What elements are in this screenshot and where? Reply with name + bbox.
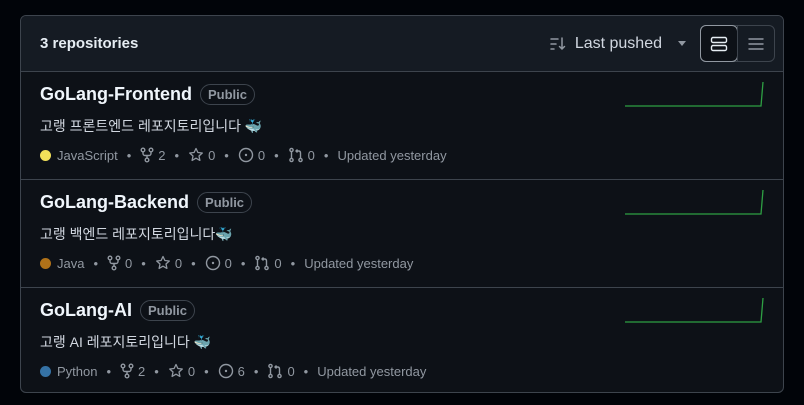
repo-row: GoLang-Backend Public 고랭 백엔드 레포지토리입니다🐳 J…	[21, 180, 783, 288]
separator: •	[323, 147, 329, 163]
repo-title-line: GoLang-Frontend Public	[40, 84, 255, 105]
repo-name-link[interactable]: GoLang-Backend	[40, 192, 189, 213]
list-view-button[interactable]	[737, 26, 774, 61]
fork-count: 0	[125, 255, 133, 271]
issue-icon	[238, 147, 254, 163]
language-dot	[40, 149, 51, 161]
star-count: 0	[174, 255, 183, 271]
pulls[interactable]: 0	[288, 147, 315, 163]
repo-description: 고랭 AI 레포지토리입니다 🐳	[40, 334, 212, 350]
issue-count: 0	[224, 255, 232, 271]
activity-sparkline	[625, 80, 765, 110]
language-dot	[40, 257, 51, 269]
repo-title-line: GoLang-AI Public	[40, 300, 196, 321]
repo-count: 3 repositories	[40, 35, 139, 52]
separator: •	[274, 147, 279, 163]
star-icon	[168, 363, 184, 379]
language-dot	[40, 365, 51, 377]
separator: •	[303, 363, 309, 379]
visibility-badge: Public	[197, 192, 253, 213]
issue-count: 6	[237, 363, 245, 379]
separator: •	[106, 363, 112, 379]
separator: •	[154, 363, 159, 379]
pull-count: 0	[274, 255, 282, 271]
visibility-badge: Public	[140, 300, 196, 321]
activity-sparkline	[625, 296, 765, 326]
separator: •	[126, 147, 132, 163]
stars[interactable]: 0	[168, 363, 195, 379]
pull-request-icon	[288, 147, 304, 163]
issues[interactable]: 6	[218, 363, 245, 379]
separator: •	[174, 147, 180, 163]
forks[interactable]: 0	[107, 255, 132, 271]
repo-row: GoLang-AI Public 고랭 AI 레포지토리입니다 🐳 Python…	[21, 288, 783, 392]
separator: •	[290, 255, 296, 271]
separator: •	[93, 255, 99, 271]
sort-label: Last pushed	[574, 34, 662, 52]
issues[interactable]: 0	[205, 255, 232, 271]
language: Java	[40, 256, 84, 271]
pull-request-icon	[267, 363, 283, 379]
pulls[interactable]: 0	[267, 363, 295, 379]
stars[interactable]: 0	[155, 255, 182, 271]
pull-count: 0	[287, 363, 295, 379]
updated-time: Updated yesterday	[337, 147, 447, 163]
repo-meta: Java • 0 • 0 • 0 • 0 • Updated yesterday	[40, 255, 413, 271]
language-label: Java	[57, 255, 85, 271]
repo-meta: JavaScript • 2 • 0 • 0 • 0 • Updated yes…	[40, 147, 447, 163]
fork-count: 2	[138, 363, 146, 379]
sort-dropdown[interactable]: Last pushed	[549, 35, 686, 53]
visibility-badge: Public	[199, 84, 255, 105]
repo-row: GoLang-Frontend Public 고랭 프론트엔드 레포지토리입니다…	[21, 72, 783, 180]
star-count: 0	[208, 147, 216, 163]
repo-description: 고랭 백엔드 레포지토리입니다🐳	[40, 226, 233, 242]
fork-count: 2	[158, 147, 166, 163]
separator: •	[141, 255, 146, 271]
separator: •	[253, 363, 259, 379]
repo-title-line: GoLang-Backend Public	[40, 192, 253, 213]
list-view-icon	[747, 36, 765, 52]
separator: •	[191, 255, 196, 271]
language-label: JavaScript	[57, 147, 118, 163]
fork-icon	[120, 363, 134, 379]
separator: •	[204, 363, 209, 379]
separator: •	[240, 255, 246, 271]
pull-count: 0	[307, 147, 315, 163]
issue-count: 0	[257, 147, 266, 163]
repo-name-link[interactable]: GoLang-Frontend	[40, 84, 192, 105]
forks[interactable]: 2	[120, 363, 145, 379]
pulls[interactable]: 0	[254, 255, 282, 271]
fork-icon	[140, 147, 154, 163]
view-toggle	[700, 25, 775, 62]
repo-meta: Python • 2 • 0 • 6 • 0 • Updated yesterd…	[40, 363, 426, 379]
updated-time: Updated yesterday	[317, 363, 427, 379]
language: Python	[40, 364, 97, 379]
repo-name-link[interactable]: GoLang-AI	[40, 300, 132, 321]
star-icon	[188, 147, 204, 163]
pull-request-icon	[254, 255, 270, 271]
issue-icon	[218, 363, 234, 379]
stars[interactable]: 0	[188, 147, 215, 163]
issues[interactable]: 0	[238, 147, 265, 163]
chevron-down-icon	[678, 41, 686, 46]
issue-icon	[205, 255, 221, 271]
rows-view-button[interactable]	[700, 25, 738, 62]
language-label: Python	[57, 363, 98, 379]
repo-description: 고랭 프론트엔드 레포지토리입니다 🐳	[40, 118, 263, 134]
sort-desc-icon	[549, 36, 567, 52]
updated-time: Updated yesterday	[304, 255, 414, 271]
star-icon	[155, 255, 171, 271]
activity-sparkline	[625, 188, 765, 218]
forks[interactable]: 2	[140, 147, 166, 163]
star-count: 0	[187, 363, 196, 379]
fork-icon	[107, 255, 121, 271]
rows-view-icon	[710, 36, 728, 52]
list-header: 3 repositories Last pushed	[21, 16, 783, 72]
separator: •	[224, 147, 229, 163]
repositories-panel: 3 repositories Last pushed GoLang-Fronte…	[20, 15, 784, 393]
language: JavaScript	[40, 148, 118, 163]
